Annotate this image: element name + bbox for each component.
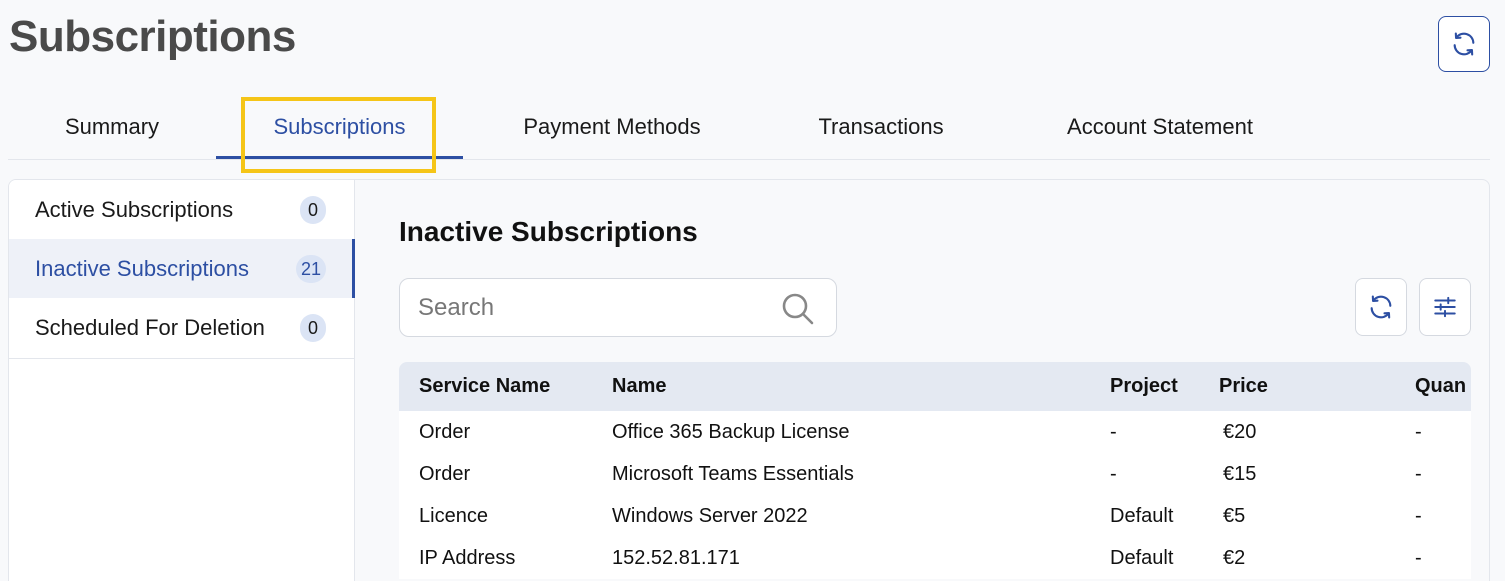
count-badge: 21 — [296, 255, 326, 283]
tab-subscriptions[interactable]: Subscriptions — [216, 96, 463, 158]
cell-project: - — [1110, 421, 1117, 443]
search-icon[interactable] — [780, 291, 816, 327]
cell-service-name: IP Address — [419, 547, 516, 569]
cell-price: €20 — [1223, 421, 1257, 443]
section-title: Inactive Subscriptions — [399, 216, 698, 247]
table-row[interactable]: IP Address 152.52.81.171 Default €2 - — [399, 537, 1471, 579]
cell-service-name: Order — [419, 421, 471, 443]
cell-project: Default — [1110, 505, 1174, 527]
sidebar-item-label: Active Subscriptions — [35, 196, 234, 222]
cell-quantity: - — [1415, 463, 1422, 485]
filter-button[interactable] — [1419, 278, 1471, 336]
search-input[interactable] — [418, 291, 758, 325]
tab-transactions[interactable]: Transactions — [778, 96, 984, 158]
count-badge: 0 — [300, 196, 326, 224]
cell-price: €15 — [1223, 463, 1257, 485]
tab-bar: Summary Subscriptions Payment Methods Tr… — [8, 96, 1490, 160]
search-field[interactable] — [399, 278, 837, 337]
column-header-name[interactable]: Name — [612, 375, 666, 398]
tab-account-statement[interactable]: Account Statement — [1026, 96, 1294, 158]
cell-service-name: Order — [419, 463, 471, 485]
sidebar-item-label: Scheduled For Deletion — [35, 314, 265, 340]
tab-label: Transactions — [818, 114, 944, 139]
refresh-button[interactable] — [1438, 16, 1490, 72]
column-header-price[interactable]: Price — [1219, 375, 1268, 398]
cell-price: €2 — [1223, 547, 1246, 569]
sidebar-item-inactive-subscriptions[interactable]: Inactive Subscriptions 21 — [9, 239, 355, 298]
cell-quantity: - — [1415, 421, 1422, 443]
divider — [9, 358, 355, 359]
refresh-icon — [1453, 32, 1475, 56]
column-header-quantity[interactable]: Quan — [1415, 375, 1466, 398]
cell-name: Windows Server 2022 — [612, 505, 808, 527]
table-row[interactable]: Order Microsoft Teams Essentials - €15 - — [399, 453, 1471, 495]
tab-payment-methods[interactable]: Payment Methods — [484, 96, 740, 158]
table-row[interactable]: Order Office 365 Backup License - €20 - — [399, 411, 1471, 453]
cell-name: Microsoft Teams Essentials — [612, 463, 854, 485]
table-row[interactable]: Licence Windows Server 2022 Default €5 - — [399, 495, 1471, 537]
sidebar-item-active-subscriptions[interactable]: Active Subscriptions 0 — [9, 180, 355, 239]
active-tab-indicator — [216, 156, 463, 159]
sidebar-item-scheduled-for-deletion[interactable]: Scheduled For Deletion 0 — [9, 298, 355, 357]
cell-quantity: - — [1415, 547, 1422, 569]
cell-price: €5 — [1223, 505, 1246, 527]
refresh-icon — [1370, 295, 1392, 319]
cell-name: 152.52.81.171 — [612, 547, 740, 569]
tab-label: Account Statement — [1067, 114, 1253, 139]
sidebar: Active Subscriptions 0 Inactive Subscrip… — [9, 180, 355, 581]
tab-label: Summary — [64, 114, 160, 139]
table-refresh-button[interactable] — [1355, 278, 1407, 336]
count-badge: 0 — [300, 314, 326, 342]
subscriptions-table: Service Name Name Project Price Quan Ord… — [399, 362, 1471, 581]
cell-service-name: Licence — [419, 505, 488, 527]
table-header: Service Name Name Project Price Quan — [399, 362, 1471, 411]
cell-quantity: - — [1415, 505, 1422, 527]
page-title: Subscriptions — [9, 12, 296, 61]
cell-project: Default — [1110, 547, 1174, 569]
tab-summary[interactable]: Summary — [28, 96, 196, 158]
tab-label: Payment Methods — [523, 114, 701, 139]
tab-label: Subscriptions — [273, 114, 406, 139]
column-header-service-name[interactable]: Service Name — [419, 375, 550, 398]
sidebar-item-label: Inactive Subscriptions — [35, 255, 249, 281]
cell-name: Office 365 Backup License — [612, 421, 850, 443]
cell-project: - — [1110, 463, 1117, 485]
column-header-project[interactable]: Project — [1110, 375, 1178, 398]
sliders-icon — [1434, 296, 1456, 318]
subscriptions-panel: Active Subscriptions 0 Inactive Subscrip… — [8, 179, 1490, 581]
